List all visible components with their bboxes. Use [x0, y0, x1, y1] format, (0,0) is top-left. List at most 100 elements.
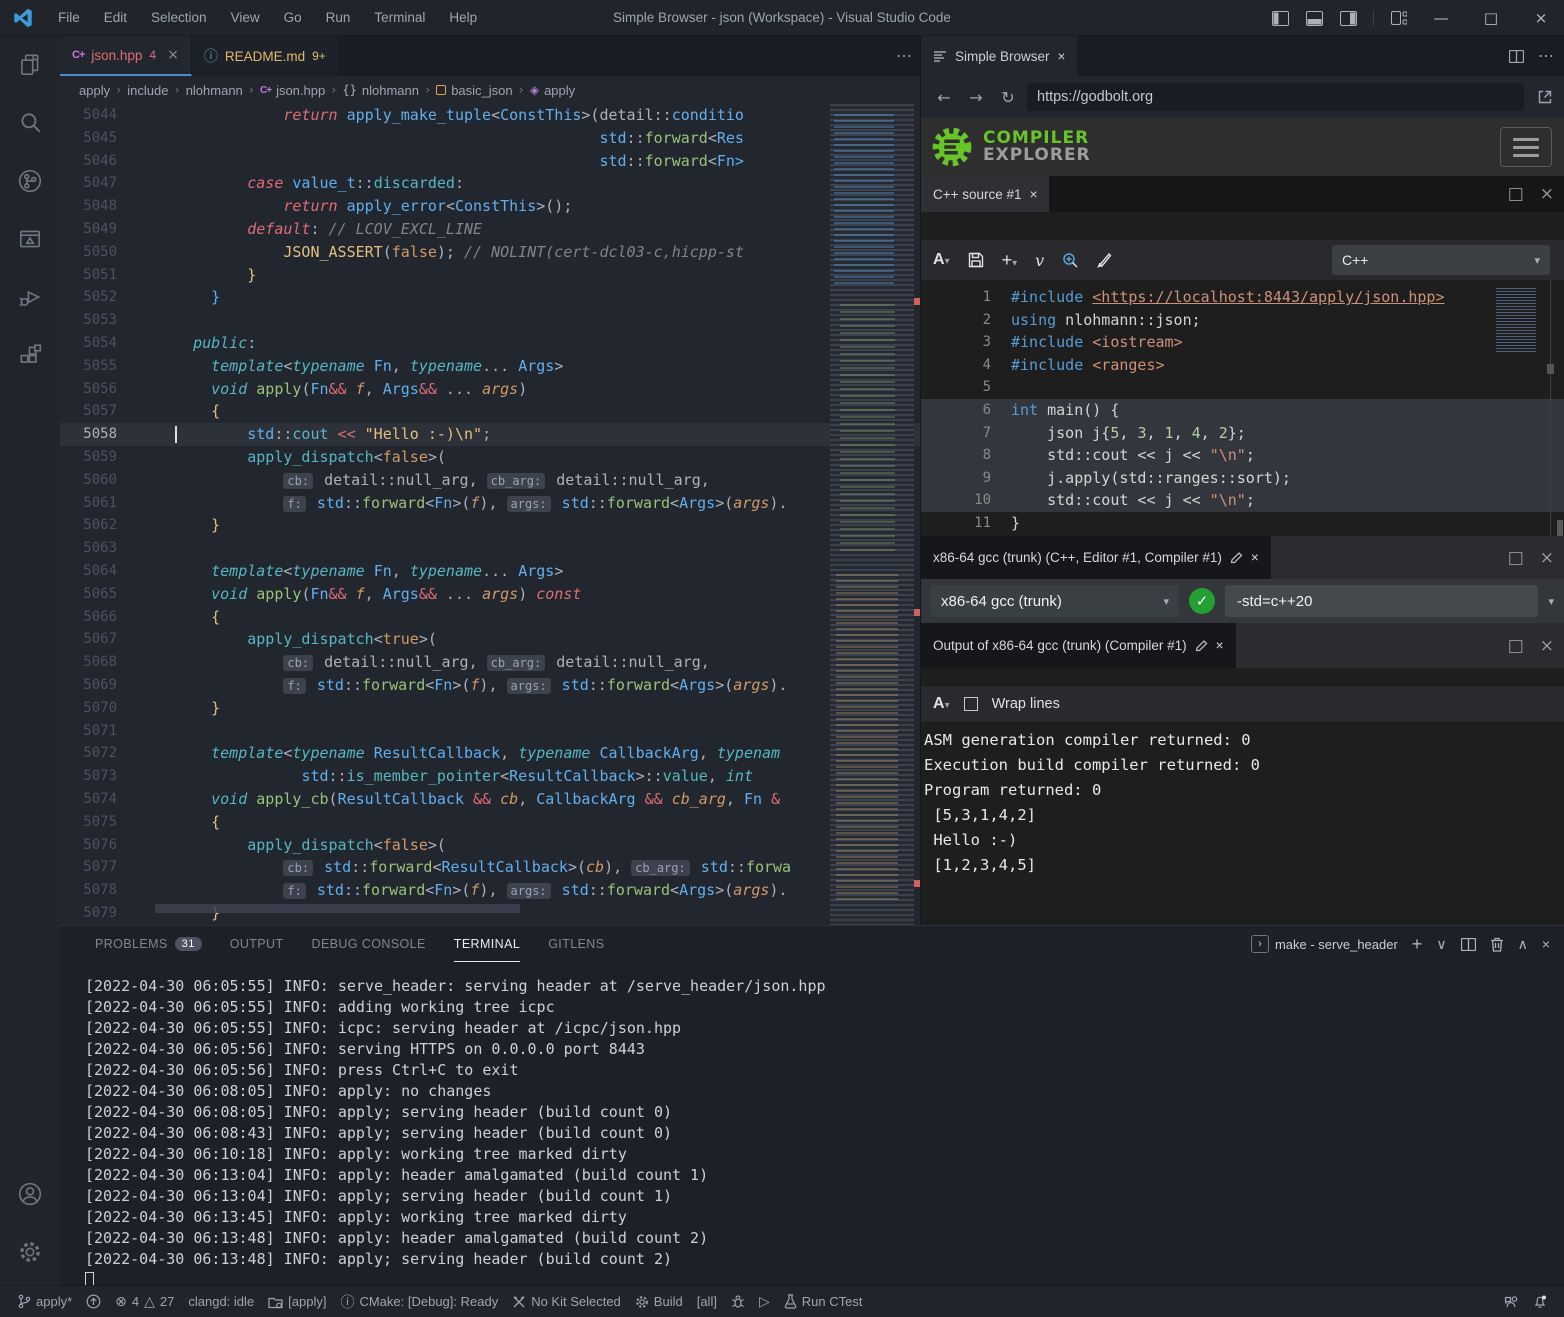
url-input[interactable]: https://godbolt.org: [1027, 83, 1524, 111]
terminal-instance[interactable]: › make - serve_header: [1251, 935, 1398, 953]
font-size-icon[interactable]: A▾: [933, 695, 950, 713]
sidebar-item-run-debug[interactable]: [0, 268, 60, 326]
close-tab-icon[interactable]: ×: [167, 47, 179, 63]
open-external-icon[interactable]: [1536, 88, 1554, 106]
close-tab-icon[interactable]: ×: [1058, 49, 1066, 64]
hamburger-menu-icon[interactable]: [1500, 127, 1552, 167]
sidebar-item-cmake[interactable]: [0, 210, 60, 268]
cmake-status-item[interactable]: ⓘ CMake: [Debug]: Ready: [333, 1291, 505, 1313]
breadcrumb-item-json.hpp[interactable]: C+json.hpp: [260, 83, 325, 98]
tab-json-hpp[interactable]: C+ json.hpp 4 ×: [60, 36, 192, 76]
code-editor[interactable]: 5044 return apply_make_tuple<ConstThis>(…: [60, 104, 920, 925]
rename-icon[interactable]: [1195, 639, 1208, 652]
kit-item[interactable]: No Kit Selected: [505, 1291, 628, 1313]
cppinsights-icon[interactable]: [1062, 252, 1079, 269]
tab-output[interactable]: OUTPUT: [230, 926, 284, 962]
split-editor-icon[interactable]: [1509, 50, 1524, 63]
breadcrumb-item-apply[interactable]: ◈apply: [530, 83, 575, 98]
add-pane-icon[interactable]: +▾: [1002, 250, 1018, 271]
maximize-button[interactable]: □: [1468, 0, 1514, 36]
close-icon[interactable]: ×: [1030, 187, 1038, 202]
ctest-item[interactable]: Run CTest: [777, 1291, 870, 1313]
accounts-icon[interactable]: [0, 1165, 60, 1223]
tab-problems[interactable]: PROBLEMS 31: [95, 926, 202, 962]
breadcrumb-item-apply[interactable]: apply: [79, 83, 110, 98]
kill-terminal-icon[interactable]: [1490, 937, 1504, 952]
close-window-button[interactable]: ×: [1518, 0, 1564, 36]
ce-source-editor[interactable]: 1#include <https://localhost:8443/apply/…: [921, 280, 1564, 536]
toggle-secondary-sidebar-icon[interactable]: [1333, 5, 1363, 31]
menu-go[interactable]: Go: [274, 6, 312, 29]
minimap[interactable]: [830, 104, 914, 925]
ce-source-tab[interactable]: C++ source #1 ×: [921, 176, 1049, 212]
font-size-icon[interactable]: A▾: [933, 251, 950, 269]
breadcrumb-item-nlohmann[interactable]: {}nlohmann: [342, 83, 419, 98]
problems-item[interactable]: ⊗ 4 △ 27: [108, 1291, 181, 1313]
breadcrumb-item-include[interactable]: include: [127, 83, 168, 98]
close-panel-icon[interactable]: ×: [1542, 936, 1550, 952]
more-actions-icon[interactable]: ⋯: [1538, 46, 1554, 66]
menu-help[interactable]: Help: [439, 6, 487, 29]
sidebar-item-extensions[interactable]: [0, 326, 60, 384]
horizontal-scrollbar[interactable]: [155, 904, 520, 913]
forward-icon[interactable]: →: [963, 88, 989, 107]
menu-run[interactable]: Run: [316, 6, 361, 29]
language-select[interactable]: C++ ▾: [1332, 245, 1550, 275]
settings-gear-icon[interactable]: [0, 1223, 60, 1281]
menu-file[interactable]: File: [48, 6, 90, 29]
tab-gitlens[interactable]: GITLENS: [548, 926, 604, 962]
save-icon[interactable]: [968, 252, 984, 268]
toggle-sidebar-icon[interactable]: [1265, 5, 1295, 31]
maximize-pane-icon[interactable]: □: [1508, 184, 1524, 204]
menu-view[interactable]: View: [221, 6, 270, 29]
ce-compiler-tab[interactable]: x86-64 gcc (trunk) (C++, Editor #1, Comp…: [921, 536, 1271, 579]
terminal-dropdown-icon[interactable]: ∨: [1436, 936, 1446, 953]
back-icon[interactable]: ←: [931, 88, 957, 107]
debug-item[interactable]: [724, 1291, 752, 1313]
tab-readme-md[interactable]: ⓘ README.md 9+: [192, 36, 339, 76]
git-branch-item[interactable]: apply*: [10, 1291, 79, 1313]
sidebar-item-search[interactable]: [0, 94, 60, 152]
minimize-button[interactable]: —: [1418, 0, 1464, 36]
close-pane-icon[interactable]: ×: [1540, 636, 1554, 656]
menu-edit[interactable]: Edit: [94, 6, 137, 29]
vim-toggle-icon[interactable]: v: [1035, 251, 1044, 270]
notifications-item[interactable]: [1526, 1291, 1554, 1313]
close-icon[interactable]: ×: [1216, 638, 1224, 653]
new-terminal-icon[interactable]: +: [1412, 934, 1423, 955]
tab-terminal[interactable]: TERMINAL: [454, 926, 520, 962]
close-icon[interactable]: ×: [1251, 550, 1259, 565]
terminal-output[interactable]: [2022-04-30 06:05:55] INFO: serve_header…: [60, 962, 1564, 1293]
compiler-select[interactable]: x86-64 gcc (trunk) ▾: [931, 585, 1179, 617]
tab-simple-browser[interactable]: Simple Browser ×: [921, 36, 1078, 76]
sidebar-item-explorer[interactable]: [0, 36, 60, 94]
customize-layout-icon[interactable]: [1384, 5, 1414, 31]
split-terminal-icon[interactable]: [1461, 938, 1476, 951]
clangd-status[interactable]: clangd: idle: [181, 1291, 261, 1313]
maximize-pane-icon[interactable]: □: [1508, 548, 1524, 568]
cmake-project-item[interactable]: [apply]: [261, 1291, 333, 1313]
close-pane-icon[interactable]: ×: [1540, 184, 1554, 204]
quickbench-icon[interactable]: [1097, 252, 1113, 268]
launch-item[interactable]: ▷: [752, 1291, 777, 1313]
rename-icon[interactable]: [1230, 551, 1243, 564]
compiler-explorer-logo[interactable]: COMPILER EXPLORER: [929, 124, 1091, 170]
feedback-item[interactable]: [1497, 1291, 1526, 1313]
menu-terminal[interactable]: Terminal: [364, 6, 435, 29]
wrap-lines-checkbox[interactable]: [964, 697, 978, 711]
publish-item[interactable]: [79, 1291, 108, 1313]
menu-selection[interactable]: Selection: [141, 6, 217, 29]
reload-icon[interactable]: ↻: [995, 88, 1021, 107]
maximize-pane-icon[interactable]: □: [1508, 636, 1524, 656]
sidebar-item-source-control[interactable]: [0, 152, 60, 210]
breadcrumb-item-basic_json[interactable]: basic_json: [436, 83, 512, 98]
ce-output-tab[interactable]: Output of x86-64 gcc (trunk) (Compiler #…: [921, 623, 1236, 668]
tab-debug-console[interactable]: DEBUG CONSOLE: [312, 926, 426, 962]
compiler-options-input[interactable]: -std=c++20: [1225, 585, 1538, 617]
build-item[interactable]: Build: [628, 1291, 690, 1313]
ce-editor-scrollbar[interactable]: [1547, 364, 1554, 374]
options-dropdown-icon[interactable]: ▾: [1548, 595, 1554, 608]
maximize-panel-icon[interactable]: ∧: [1518, 936, 1528, 953]
toggle-panel-icon[interactable]: [1299, 5, 1329, 31]
more-actions-icon[interactable]: ⋯: [896, 46, 912, 66]
